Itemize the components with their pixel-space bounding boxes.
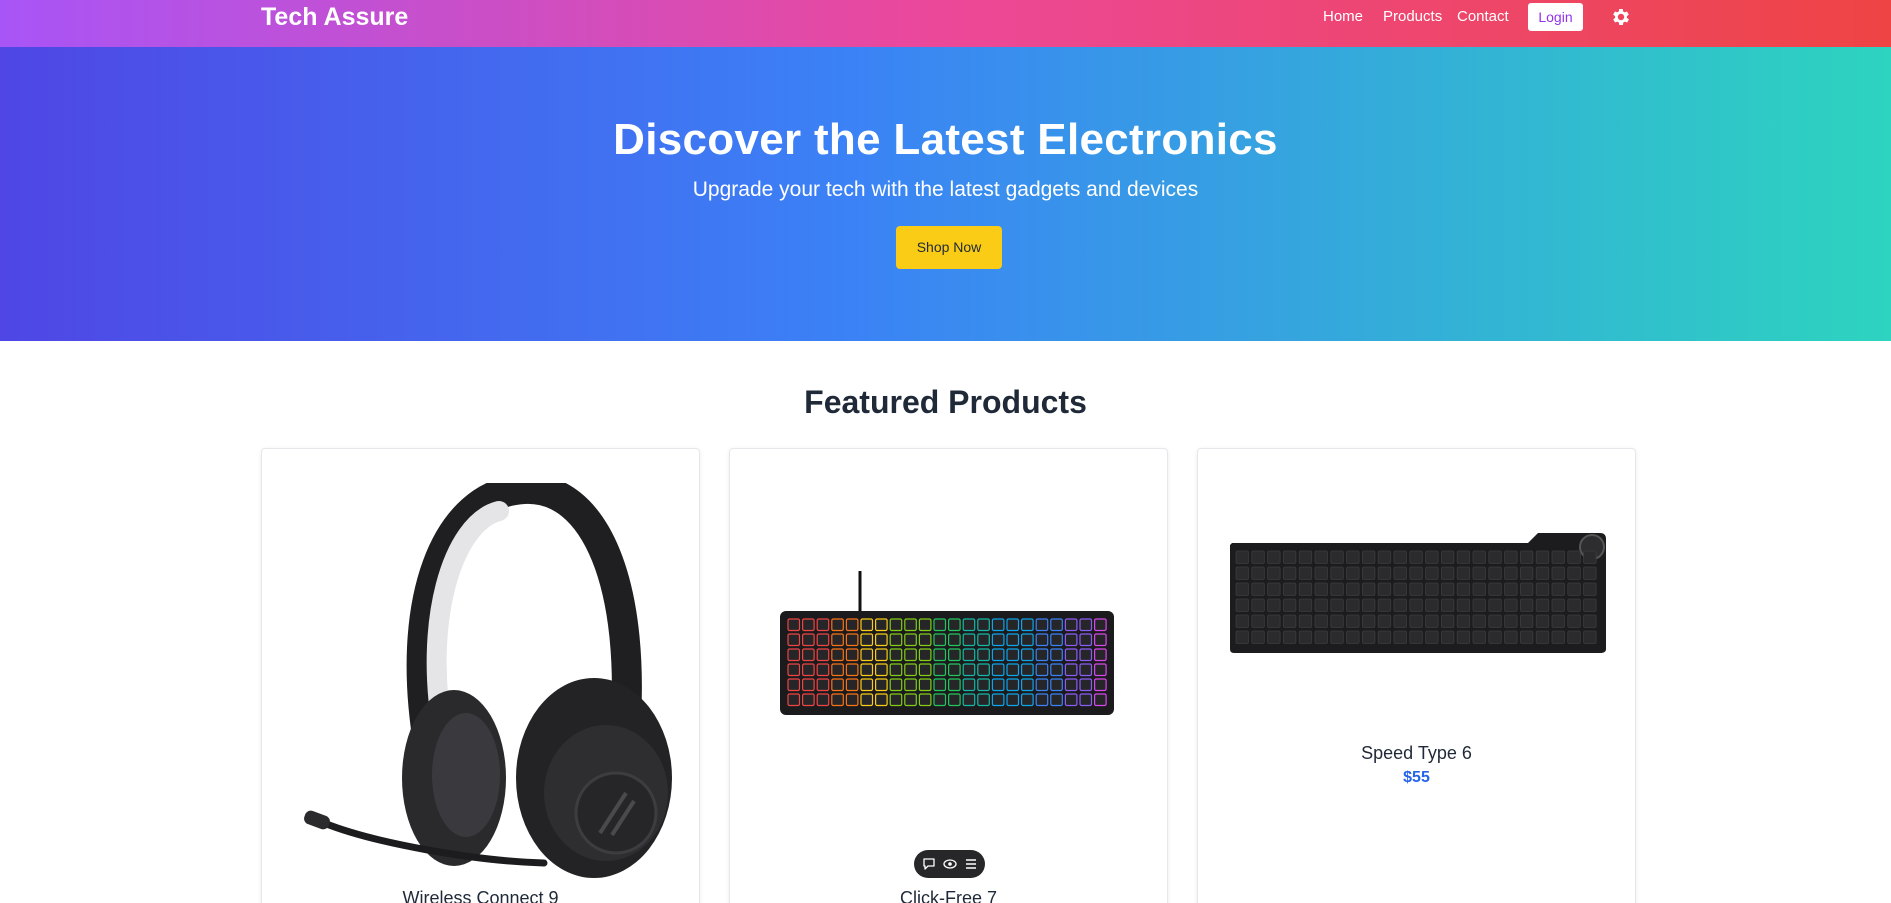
eye-icon[interactable]	[943, 857, 957, 871]
nav-link-contact[interactable]: Contact	[1457, 0, 1509, 34]
login-button[interactable]: Login	[1528, 3, 1583, 31]
black-keyboard-image	[1230, 533, 1606, 653]
hero-subtitle: Upgrade your tech with the latest gadget…	[692, 178, 1199, 201]
nav-link-home[interactable]: Home	[1323, 0, 1363, 34]
featured-products-heading: Featured Products	[804, 384, 1087, 420]
product-name: Speed Type 6	[1361, 743, 1472, 763]
nav-link-products[interactable]: Products	[1383, 0, 1442, 34]
product-card[interactable]: Click-Free 7	[729, 448, 1168, 903]
product-price: $55	[1403, 769, 1430, 786]
product-name: Click-Free 7	[899, 888, 997, 903]
headphones-image	[304, 483, 672, 878]
top-navbar: Tech Assure Home Products Contact Login	[0, 0, 1891, 47]
menu-icon[interactable]	[964, 857, 978, 871]
brand-logo[interactable]: Tech Assure	[261, 0, 408, 34]
shop-now-button[interactable]: Shop Now	[896, 226, 1002, 269]
product-card[interactable]: Speed Type 6 $55	[1197, 448, 1636, 903]
floating-toolbar	[914, 850, 985, 878]
gear-icon[interactable]	[1610, 6, 1632, 28]
hero-banner: Discover the Latest Electronics Upgrade …	[0, 47, 1891, 341]
hero-title: Discover the Latest Electronics	[613, 115, 1278, 164]
product-card[interactable]: Wireless Connect 9	[261, 448, 700, 903]
product-name: Wireless Connect 9	[402, 888, 559, 903]
rgb-keyboard-image	[780, 571, 1114, 715]
comment-icon[interactable]	[922, 857, 936, 871]
